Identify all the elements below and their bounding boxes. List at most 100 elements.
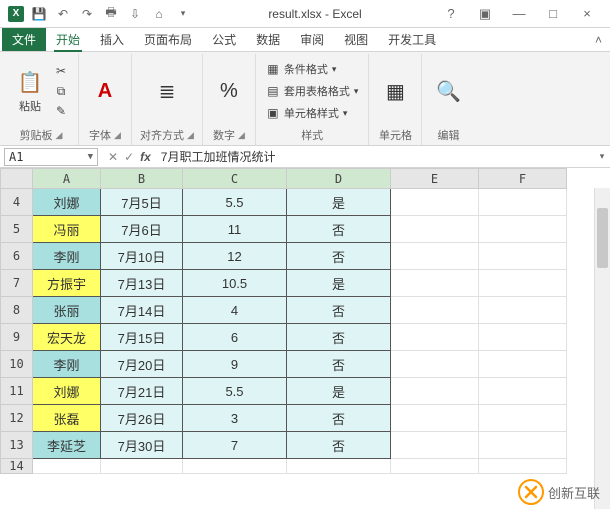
tab-page-layout[interactable]: 页面布局 [134,28,202,51]
cell[interactable] [391,270,479,297]
ribbon-display-button[interactable]: ▣ [472,4,498,24]
row-header[interactable]: 5 [1,216,33,243]
row-header[interactable]: 4 [1,189,33,216]
cell[interactable] [479,270,567,297]
cell[interactable]: 刘娜 [33,189,101,216]
cell-styles-button[interactable]: ▣单元格样式 ▾ [264,104,361,122]
cell[interactable] [391,378,479,405]
align-button[interactable]: ≣ [149,75,185,107]
cell[interactable]: 方振宇 [33,270,101,297]
scrollbar-thumb[interactable] [597,208,608,268]
tab-view[interactable]: 视图 [334,28,378,51]
cell[interactable]: 否 [287,351,391,378]
minimize-button[interactable]: — [506,4,532,24]
cell[interactable]: 李刚 [33,351,101,378]
select-all-corner[interactable] [1,169,33,189]
save-icon[interactable]: 💾 [30,5,48,23]
cell[interactable] [101,459,183,474]
conditional-format-button[interactable]: ▦条件格式 ▾ [264,60,361,78]
number-button[interactable]: % [211,75,247,107]
cell[interactable] [479,324,567,351]
cancel-edit-button[interactable]: ✕ [108,150,118,164]
name-box[interactable]: A1 ▼ [4,148,98,166]
tab-data[interactable]: 数据 [246,28,290,51]
cell[interactable]: 3 [183,405,287,432]
cut-button[interactable]: ✂ [52,63,70,79]
cell[interactable] [391,405,479,432]
cell[interactable]: 冯丽 [33,216,101,243]
cell[interactable]: 9 [183,351,287,378]
qat-btn-4[interactable]: 🖶 [102,5,120,23]
font-button[interactable]: A [87,75,123,107]
cell[interactable]: 7月13日 [101,270,183,297]
column-header-A[interactable]: A [33,169,101,189]
cell[interactable] [479,405,567,432]
tab-developer[interactable]: 开发工具 [378,28,446,51]
row-header[interactable]: 8 [1,297,33,324]
cell[interactable]: 5.5 [183,378,287,405]
cell[interactable] [479,378,567,405]
tab-home[interactable]: 开始 [46,28,90,51]
qat-btn-6[interactable]: ⌂ [150,5,168,23]
row-header[interactable]: 9 [1,324,33,351]
format-as-table-button[interactable]: ▤套用表格格式 ▾ [264,82,361,100]
cell[interactable] [479,216,567,243]
cell[interactable]: 否 [287,432,391,459]
cell[interactable]: 7月20日 [101,351,183,378]
row-header[interactable]: 10 [1,351,33,378]
row-header[interactable]: 11 [1,378,33,405]
cell[interactable] [391,216,479,243]
cell[interactable]: 否 [287,216,391,243]
cells-button[interactable]: ▦ [377,75,413,107]
help-button[interactable]: ? [438,4,464,24]
row-header[interactable]: 7 [1,270,33,297]
row-header[interactable]: 14 [1,459,33,474]
redo-icon[interactable]: ↷ [78,5,96,23]
cell[interactable]: 7月21日 [101,378,183,405]
cell[interactable]: 7月26日 [101,405,183,432]
column-header-E[interactable]: E [391,169,479,189]
cell[interactable] [479,243,567,270]
qat-btn-5[interactable]: ⇩ [126,5,144,23]
cell[interactable]: 张磊 [33,405,101,432]
cell[interactable] [479,459,567,474]
cell[interactable]: 11 [183,216,287,243]
cell[interactable] [183,459,287,474]
cell[interactable] [479,351,567,378]
worksheet-grid[interactable]: ABCDEF4刘娜7月5日5.5是5冯丽7月6日11否6李刚7月10日12否7方… [0,168,610,509]
cell[interactable]: 5.5 [183,189,287,216]
cell[interactable] [33,459,101,474]
dialog-launcher-icon[interactable]: ◢ [187,130,194,141]
cell[interactable]: 否 [287,405,391,432]
cell[interactable]: 李延芝 [33,432,101,459]
cell[interactable] [391,189,479,216]
cell[interactable]: 7月10日 [101,243,183,270]
cell[interactable]: 否 [287,324,391,351]
cell[interactable]: 12 [183,243,287,270]
dialog-launcher-icon[interactable]: ◢ [56,130,63,141]
cell[interactable]: 7月5日 [101,189,183,216]
column-header-F[interactable]: F [479,169,567,189]
row-header[interactable]: 13 [1,432,33,459]
copy-button[interactable]: ⧉ [52,83,70,99]
cell[interactable]: 7月6日 [101,216,183,243]
cell[interactable]: 是 [287,378,391,405]
chevron-down-icon[interactable]: ▼ [88,152,93,162]
cell[interactable]: 否 [287,297,391,324]
cell[interactable] [391,459,479,474]
cell[interactable]: 7月15日 [101,324,183,351]
column-header-C[interactable]: C [183,169,287,189]
cell[interactable] [391,297,479,324]
cell[interactable] [287,459,391,474]
column-header-D[interactable]: D [287,169,391,189]
qat-customize-icon[interactable]: ▾ [174,5,192,23]
cell[interactable]: 6 [183,324,287,351]
ribbon-collapse-icon[interactable]: ˄ [587,28,610,51]
paste-button[interactable]: 📋 粘贴 [12,66,48,116]
fx-button[interactable]: fx [140,150,151,164]
cell[interactable]: 7 [183,432,287,459]
cell[interactable]: 7月30日 [101,432,183,459]
cell[interactable]: 4 [183,297,287,324]
enter-edit-button[interactable]: ✓ [124,150,134,164]
cell[interactable]: 张丽 [33,297,101,324]
